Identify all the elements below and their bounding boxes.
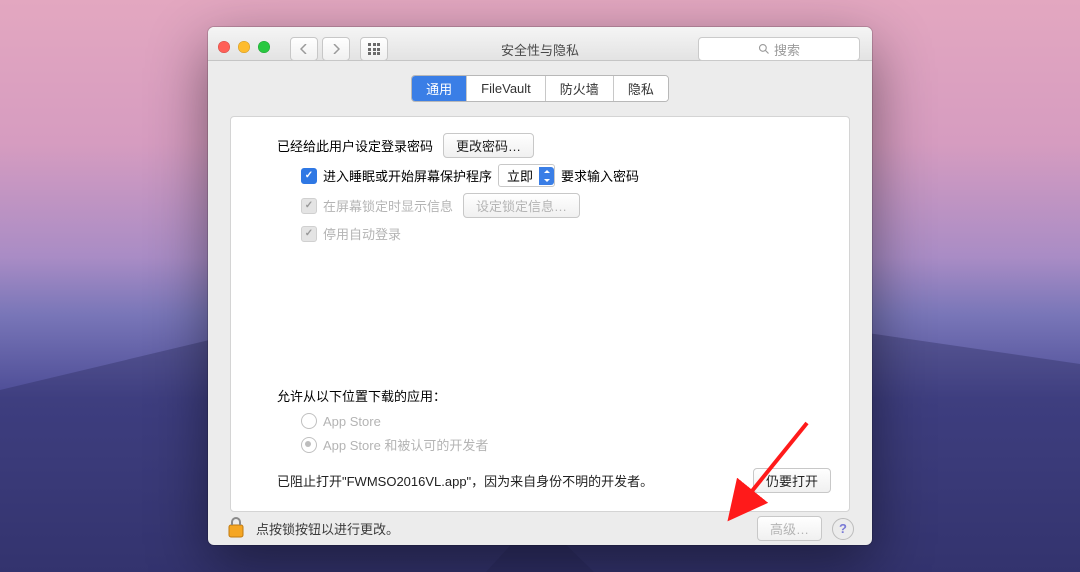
content-area: 通用 FileVault 防火墙 隐私 已经给此用户设定登录密码 更改密码… 进…	[208, 61, 872, 512]
password-set-label: 已经给此用户设定登录密码	[277, 136, 433, 155]
blocked-app-message: 已阻止打开"FWMSO2016VL.app"，因为来自身份不明的开发者。	[277, 471, 653, 490]
search-placeholder: 搜索	[774, 40, 800, 59]
titlebar: 安全性与隐私 搜索	[208, 27, 872, 61]
change-password-button[interactable]: 更改密码…	[443, 133, 534, 158]
open-anyway-button[interactable]: 仍要打开	[753, 468, 831, 493]
preferences-window: 安全性与隐私 搜索 通用 FileVault 防火墙 隐私 已经给此用户设定登录…	[208, 27, 872, 545]
tab-bar: 通用 FileVault 防火墙 隐私	[230, 75, 850, 102]
help-button[interactable]: ?	[832, 518, 854, 540]
allow-apps-from-label: 允许从以下位置下载的应用：	[277, 386, 831, 405]
lock-button[interactable]	[226, 515, 246, 542]
radio-app-store	[301, 413, 317, 429]
tab-general[interactable]: 通用	[412, 76, 467, 101]
require-password-suffix: 要求输入密码	[561, 166, 639, 185]
general-pane: 已经给此用户设定登录密码 更改密码… 进入睡眠或开始屏幕保护程序 立即 要求输入…	[230, 116, 850, 512]
tab-privacy[interactable]: 隐私	[614, 76, 668, 101]
disable-auto-login-label: 停用自动登录	[323, 224, 401, 243]
advanced-button[interactable]: 高级…	[757, 516, 822, 541]
lock-hint-text: 点按锁按钮以进行更改。	[256, 519, 399, 538]
require-password-checkbox[interactable]	[301, 168, 317, 184]
require-password-prefix: 进入睡眠或开始屏幕保护程序	[323, 166, 492, 185]
set-lock-message-button: 设定锁定信息…	[463, 193, 580, 218]
search-field[interactable]: 搜索	[698, 37, 860, 61]
require-password-delay-select[interactable]: 立即	[498, 164, 555, 187]
radio-identified-developers-label: App Store 和被认可的开发者	[323, 435, 488, 454]
search-icon	[758, 43, 770, 55]
show-lock-message-checkbox	[301, 198, 317, 214]
radio-app-store-label: App Store	[323, 414, 381, 429]
footer: 点按锁按钮以进行更改。 高级… ?	[208, 512, 872, 545]
tab-filevault[interactable]: FileVault	[467, 76, 546, 101]
show-lock-message-label: 在屏幕锁定时显示信息	[323, 196, 453, 215]
disable-auto-login-checkbox	[301, 226, 317, 242]
radio-identified-developers	[301, 437, 317, 453]
tab-firewall[interactable]: 防火墙	[546, 76, 614, 101]
desktop-background: 安全性与隐私 搜索 通用 FileVault 防火墙 隐私 已经给此用户设定登录…	[0, 0, 1080, 572]
stepper-icon	[539, 167, 554, 185]
select-value: 立即	[507, 166, 533, 185]
